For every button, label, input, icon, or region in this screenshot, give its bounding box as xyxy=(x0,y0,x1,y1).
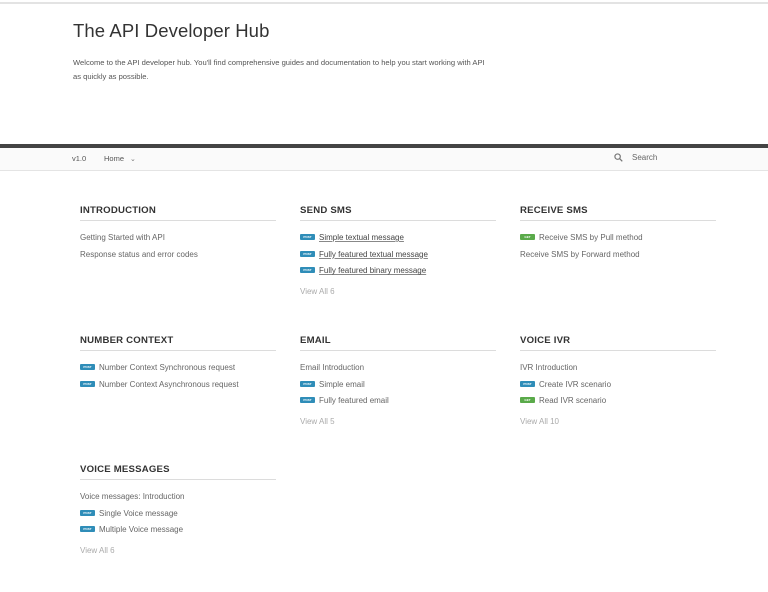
doc-link[interactable]: GET Read IVR scenario xyxy=(520,395,716,412)
doc-link[interactable]: POST Simple email xyxy=(300,379,496,396)
doc-link[interactable]: IVR Introduction xyxy=(520,362,716,379)
section-title: RECEIVE SMS xyxy=(520,205,716,221)
doc-link-label: Number Context Synchronous request xyxy=(99,363,236,372)
post-method-badge: POST xyxy=(300,234,315,240)
doc-link-label: Multiple Voice message xyxy=(99,525,184,535)
view-all-link[interactable]: View All 10 xyxy=(520,417,716,426)
section-links: GET Receive SMS by Pull method Receive SMS… xyxy=(520,232,716,265)
section-links: POST Number Context Synchronous request PO… xyxy=(80,362,276,395)
section-title: VOICE IVR xyxy=(520,335,716,351)
post-method-badge: POST xyxy=(520,380,535,387)
post-method-badge: POST xyxy=(300,397,315,404)
navbar: v1.0 Home ⌄ Search xyxy=(0,144,768,171)
search-label: Search xyxy=(632,153,658,162)
doc-link[interactable]: POST Fully featured textual message xyxy=(300,249,496,266)
doc-link-label: IVR Introduction xyxy=(520,363,578,372)
doc-link[interactable]: Receive SMS by Forward method xyxy=(520,249,716,266)
doc-link-label: Fully featured email xyxy=(319,396,389,406)
doc-link-label: Fully featured textual message xyxy=(319,249,428,259)
doc-link-label: Single Voice message xyxy=(99,508,178,518)
section-title: SEND SMS xyxy=(300,205,496,221)
post-method-badge: POST xyxy=(80,526,95,533)
doc-link-label: Getting Started with API xyxy=(80,233,165,242)
section-voice-ivr: VOICE IVR IVR Introduction POST Create IVR … xyxy=(520,335,716,426)
section-send-sms: SEND SMS POST Simple textual message POST Fu… xyxy=(300,205,496,296)
doc-link-label: Voice messages: Introduction xyxy=(80,492,185,501)
version-selector[interactable]: v1.0 xyxy=(72,154,86,163)
search-icon xyxy=(614,153,623,162)
doc-link-label: Response status and error codes xyxy=(80,249,198,259)
post-method-badge: POST xyxy=(80,509,95,516)
doc-link[interactable]: POST Number Context Synchronous request xyxy=(80,362,276,379)
chevron-down-icon: ⌄ xyxy=(130,156,136,163)
post-method-badge: POST xyxy=(80,380,95,387)
doc-link-label: Fully featured binary message xyxy=(319,266,427,276)
section-receive-sms: RECEIVE SMS GET Receive SMS by Pull method… xyxy=(520,205,716,265)
doc-link-label: Read IVR scenario xyxy=(539,396,607,406)
doc-link-label: Create IVR scenario xyxy=(539,379,612,389)
section-title: NUMBER CONTEXT xyxy=(80,335,276,351)
doc-link[interactable]: POST Fully featured binary message xyxy=(300,265,496,282)
doc-link[interactable]: Email Introduction xyxy=(300,362,496,379)
section-links: POST Simple textual message POST Fully feat… xyxy=(300,232,496,282)
doc-link[interactable]: Getting Started with API xyxy=(80,232,276,249)
doc-link[interactable]: GET Receive SMS by Pull method xyxy=(520,232,716,249)
section-number-context: NUMBER CONTEXT POST Number Context Synchro… xyxy=(80,335,276,395)
get-method-badge: GET xyxy=(520,234,535,240)
doc-link-label: Email Introduction xyxy=(300,363,365,372)
home-dropdown[interactable]: Home ⌄ xyxy=(104,154,136,163)
home-label: Home xyxy=(104,154,125,163)
doc-link-label: Simple textual message xyxy=(319,233,404,242)
section-links: Email Introduction POST Simple email POST Fu… xyxy=(300,362,496,412)
section-email: EMAIL Email Introduction POST Simple email P… xyxy=(300,335,496,426)
doc-link-label: Receive SMS by Forward method xyxy=(520,249,640,259)
post-method-badge: POST xyxy=(300,380,315,387)
search-button[interactable]: Search xyxy=(614,153,657,162)
page-title: The API Developer Hub xyxy=(73,20,270,41)
section-voice-messages: VOICE MESSAGES Voice messages: Introducti… xyxy=(80,464,276,555)
doc-link[interactable]: POST Create IVR scenario xyxy=(520,379,716,396)
post-method-badge: POST xyxy=(80,364,95,370)
hero: The API Developer Hub Welcome to the API… xyxy=(73,20,493,84)
post-method-badge: POST xyxy=(300,267,315,274)
section-links: IVR Introduction POST Create IVR scenario G… xyxy=(520,362,716,412)
view-all-link[interactable]: View All 5 xyxy=(300,417,496,426)
view-all-link[interactable]: View All 6 xyxy=(80,546,276,555)
view-all-link[interactable]: View All 6 xyxy=(300,287,496,296)
section-title: INTRODUCTION xyxy=(80,205,276,221)
doc-link[interactable]: Response status and error codes xyxy=(80,249,276,266)
doc-link-label: Receive SMS by Pull method xyxy=(539,233,643,242)
doc-link-label: Number Context Asynchronous request xyxy=(99,379,239,389)
doc-link[interactable]: POST Simple textual message xyxy=(300,232,496,249)
doc-link[interactable]: POST Multiple Voice message xyxy=(80,524,276,541)
section-introduction: INTRODUCTION Getting Started with API Resp… xyxy=(80,205,276,265)
section-title: VOICE MESSAGES xyxy=(80,464,276,480)
doc-link[interactable]: POST Fully featured email xyxy=(300,395,496,412)
page-description: Welcome to the API developer hub. You'll… xyxy=(73,58,485,81)
doc-link[interactable]: POST Number Context Asynchronous request xyxy=(80,379,276,396)
top-divider xyxy=(0,2,768,4)
section-links: Getting Started with API Response status … xyxy=(80,232,276,265)
section-title: EMAIL xyxy=(300,335,496,351)
get-method-badge: GET xyxy=(520,397,535,404)
post-method-badge: POST xyxy=(300,250,315,257)
doc-link[interactable]: Voice messages: Introduction xyxy=(80,491,276,508)
doc-link[interactable]: POST Single Voice message xyxy=(80,508,276,525)
doc-link-label: Simple email xyxy=(319,379,365,389)
section-links: Voice messages: Introduction POST Single V… xyxy=(80,491,276,541)
